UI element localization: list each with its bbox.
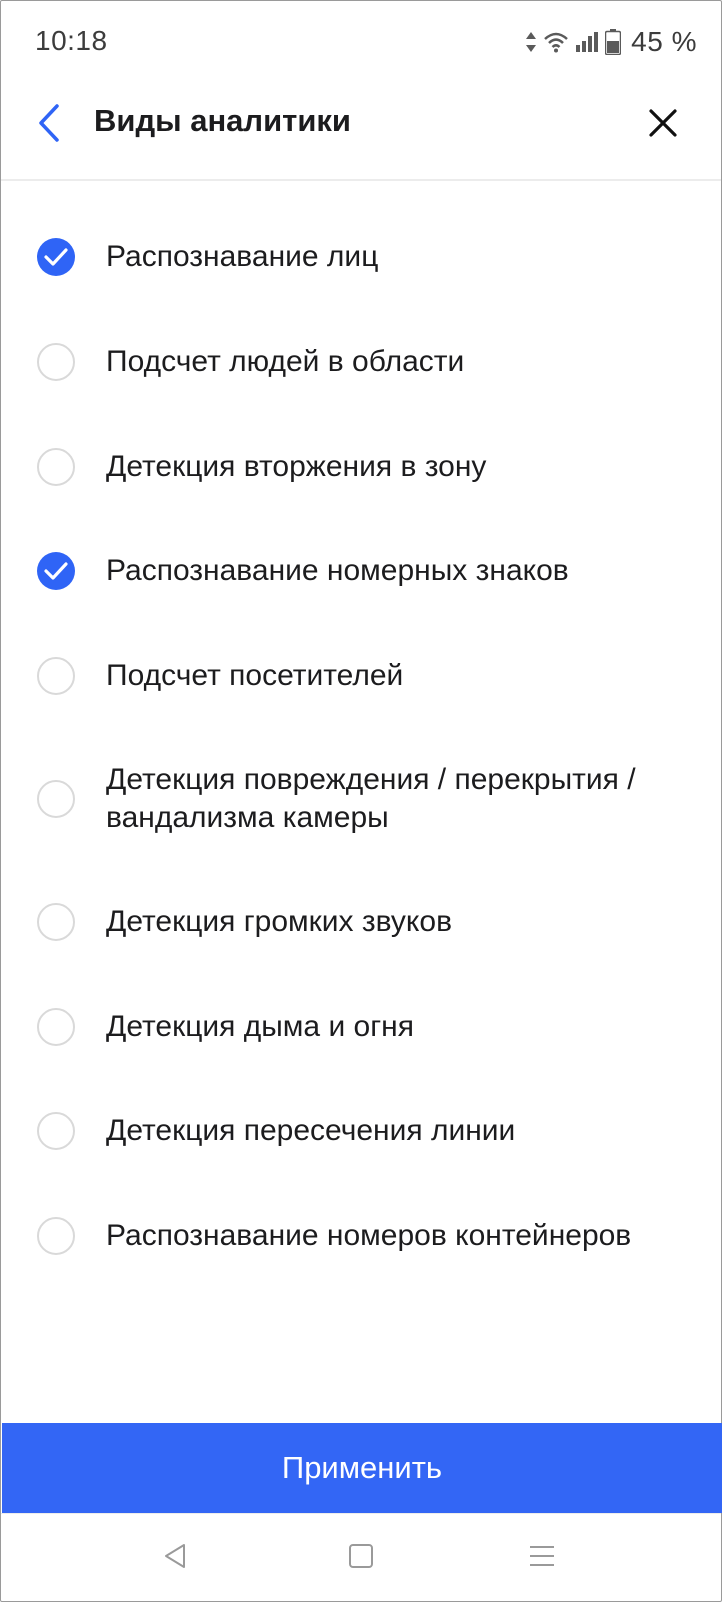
checkmark-icon bbox=[44, 248, 68, 266]
option-people-counting-area[interactable]: Подсчет людей в области bbox=[1, 336, 721, 388]
option-checkbox[interactable] bbox=[37, 657, 75, 695]
page-title: Виды аналитики bbox=[94, 103, 351, 138]
battery-icon bbox=[605, 29, 622, 55]
system-nav-bar bbox=[1, 1513, 721, 1602]
close-icon bbox=[648, 108, 678, 143]
nav-menu-button[interactable] bbox=[520, 1536, 564, 1580]
nav-back-button[interactable] bbox=[153, 1536, 197, 1580]
chevron-left-icon bbox=[35, 103, 63, 148]
option-checkbox[interactable] bbox=[37, 780, 75, 818]
option-label: Подсчет посетителей bbox=[106, 659, 404, 692]
checkmark-icon bbox=[44, 562, 68, 580]
option-plate-recognition[interactable]: Распознавание номерных знаков bbox=[1, 545, 721, 597]
option-smoke-fire[interactable]: Детекция дыма и огня bbox=[1, 1001, 721, 1053]
option-label: Распознавание лиц bbox=[106, 240, 379, 273]
signal-icon bbox=[575, 31, 599, 53]
option-label: Детекция пересечения линии bbox=[106, 1114, 516, 1147]
option-label: Детекция повреждения / перекрытия / ванд… bbox=[106, 763, 636, 834]
option-label: Детекция вторжения в зону bbox=[106, 450, 487, 483]
option-container-number-recognition[interactable]: Распознавание номеров контейнеров bbox=[1, 1210, 721, 1262]
option-camera-tampering[interactable]: Детекция повреждения / перекрытия / ванд… bbox=[1, 755, 721, 843]
option-label: Распознавание номерных знаков bbox=[106, 554, 569, 587]
option-face-recognition[interactable]: Распознавание лиц bbox=[1, 231, 721, 283]
nav-home-button[interactable] bbox=[339, 1536, 383, 1580]
option-checkbox[interactable] bbox=[37, 1008, 75, 1046]
status-time: 10:18 bbox=[35, 25, 108, 56]
back-button[interactable] bbox=[23, 99, 75, 151]
header: Виды аналитики bbox=[1, 85, 721, 181]
nav-home-icon bbox=[348, 1543, 374, 1574]
option-checkbox[interactable] bbox=[37, 238, 75, 276]
status-icons: 45 % bbox=[525, 25, 697, 59]
status-bar: 10:18 45 % bbox=[1, 1, 721, 85]
option-checkbox[interactable] bbox=[37, 343, 75, 381]
option-zone-intrusion[interactable]: Детекция вторжения в зону bbox=[1, 441, 721, 493]
data-arrows-icon bbox=[525, 30, 537, 54]
option-checkbox[interactable] bbox=[37, 552, 75, 590]
option-loud-sound[interactable]: Детекция громких звуков bbox=[1, 896, 721, 948]
wifi-icon bbox=[543, 31, 569, 53]
nav-menu-icon bbox=[528, 1544, 556, 1573]
option-label: Распознавание номеров контейнеров bbox=[106, 1219, 632, 1252]
option-line-crossing[interactable]: Детекция пересечения линии bbox=[1, 1105, 721, 1157]
option-label: Детекция дыма и огня bbox=[106, 1010, 414, 1043]
option-visitor-counting[interactable]: Подсчет посетителей bbox=[1, 650, 721, 702]
option-checkbox[interactable] bbox=[37, 903, 75, 941]
option-label: Подсчет людей в области bbox=[106, 345, 465, 378]
close-button[interactable] bbox=[637, 99, 689, 151]
option-label: Детекция громких звуков bbox=[106, 905, 453, 938]
nav-back-icon bbox=[162, 1542, 188, 1575]
option-checkbox[interactable] bbox=[37, 448, 75, 486]
option-checkbox[interactable] bbox=[37, 1217, 75, 1255]
app-screen: 10:18 45 % Виды аналитики Распознавание … bbox=[0, 0, 722, 1602]
battery-percent: 45 % bbox=[631, 26, 697, 57]
apply-button[interactable]: Применить bbox=[2, 1423, 722, 1513]
option-checkbox[interactable] bbox=[37, 1112, 75, 1150]
